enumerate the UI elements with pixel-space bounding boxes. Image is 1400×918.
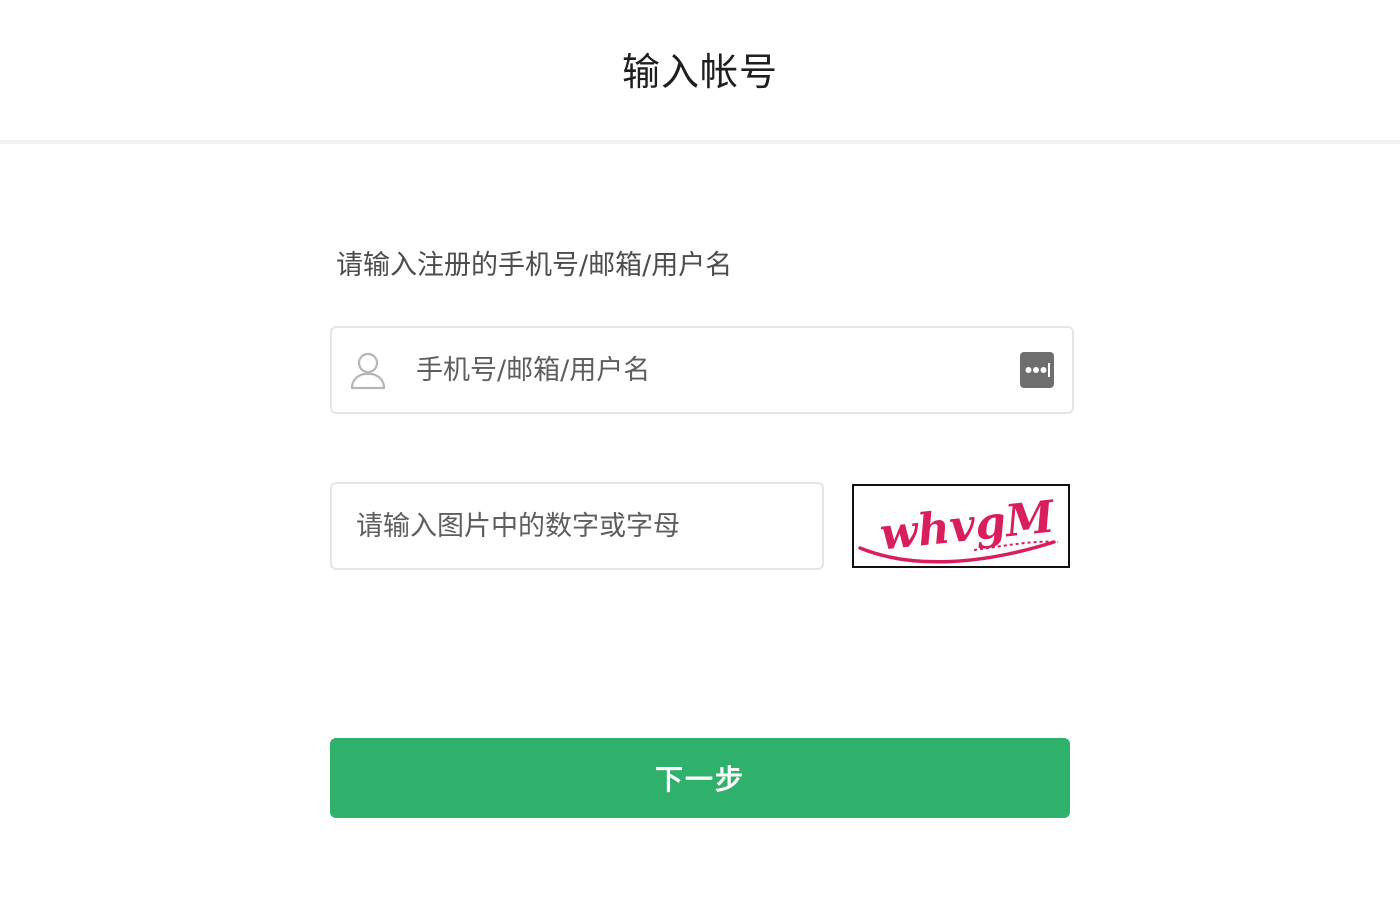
account-field[interactable]: [330, 326, 1074, 414]
header-divider: [0, 140, 1400, 144]
more-options-icon[interactable]: [1020, 352, 1054, 388]
account-prompt: 请输入注册的手机号/邮箱/用户名: [336, 250, 733, 281]
account-input[interactable]: [416, 342, 996, 398]
captcha-input[interactable]: [356, 498, 796, 554]
user-icon: [348, 350, 388, 390]
next-button[interactable]: 下一步: [330, 738, 1070, 818]
captcha-field[interactable]: [330, 482, 824, 570]
captcha-image[interactable]: whvgM: [852, 484, 1070, 568]
page-header: 输入帐号: [0, 0, 1400, 140]
page-title: 输入帐号: [621, 50, 778, 94]
